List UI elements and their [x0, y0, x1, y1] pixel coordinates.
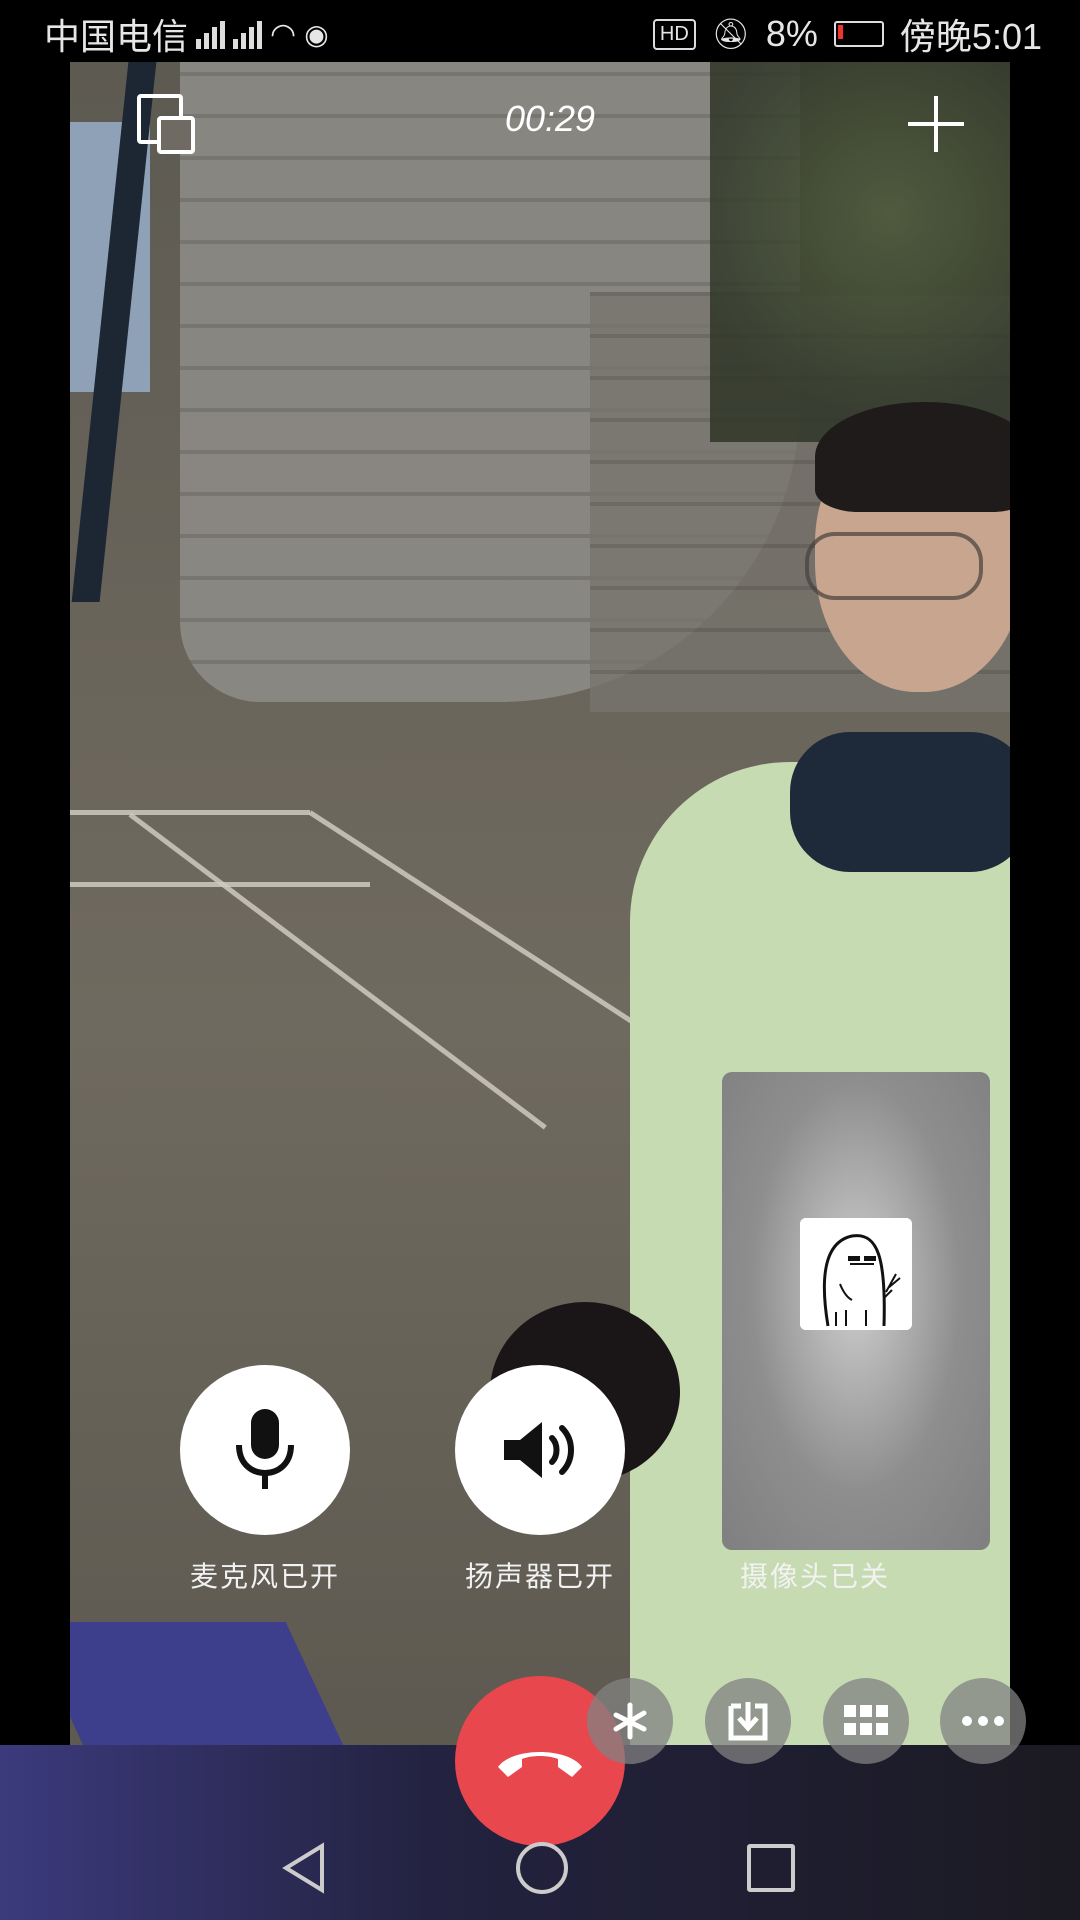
camera-label[interactable]: 摄像头已关	[695, 1555, 935, 1595]
court-line	[128, 812, 547, 1130]
clock: 傍晚5:01	[899, 16, 1042, 57]
status-left: 中国电信 ◠ ◉	[44, 8, 329, 60]
speaker-icon	[504, 1422, 574, 1478]
effects-button[interactable]	[587, 1678, 673, 1764]
wifi-icon: ◠	[270, 17, 297, 51]
sparkle-icon	[613, 1702, 647, 1740]
meme-avatar-icon	[800, 1218, 912, 1330]
mic-label: 麦克风已开	[189, 1560, 340, 1593]
speaker-button[interactable]	[455, 1365, 625, 1535]
speaker-label: 扬声器已开	[464, 1560, 615, 1593]
background-foliage	[710, 62, 1010, 442]
grid-button[interactable]	[823, 1678, 909, 1764]
phone-hangup-icon	[498, 1752, 582, 1777]
person-hair	[815, 402, 1010, 512]
battery-percent: 8%	[765, 13, 818, 54]
eye-icon: ◉	[304, 18, 329, 50]
court-line	[308, 810, 664, 1044]
more-button[interactable]	[940, 1678, 1026, 1764]
carrier-name: 中国电信	[44, 16, 189, 57]
signal-icon	[196, 19, 226, 49]
plus-icon[interactable]	[908, 96, 964, 152]
person-glasses	[805, 532, 983, 600]
mute-icon: 🔕︎	[711, 17, 750, 51]
home-icon[interactable]	[516, 1842, 568, 1894]
signal-icon-2	[233, 19, 263, 49]
person-hood	[790, 732, 1010, 872]
avatar	[800, 1218, 912, 1330]
download-icon	[728, 1702, 768, 1741]
system-nav-bar	[0, 1820, 1080, 1920]
self-preview[interactable]	[722, 1072, 990, 1550]
grid-icon	[844, 1705, 888, 1735]
more-icon	[962, 1716, 1004, 1726]
court-line	[70, 810, 310, 815]
hd-badge: HD	[652, 18, 696, 50]
back-icon[interactable]	[282, 1842, 326, 1894]
battery-icon	[833, 21, 884, 47]
download-button[interactable]	[705, 1678, 791, 1764]
status-right: HD 🔕︎ 8% 傍晚5:01	[652, 8, 1042, 60]
status-bar: 中国电信 ◠ ◉ HD 🔕︎ 8% 傍晚5:01	[0, 0, 1080, 62]
call-timer: 00:29	[504, 98, 596, 139]
switch-window-icon[interactable]	[137, 94, 195, 154]
recent-apps-icon[interactable]	[747, 1844, 795, 1892]
microphone-icon	[236, 1409, 294, 1489]
mic-button[interactable]	[180, 1365, 350, 1535]
